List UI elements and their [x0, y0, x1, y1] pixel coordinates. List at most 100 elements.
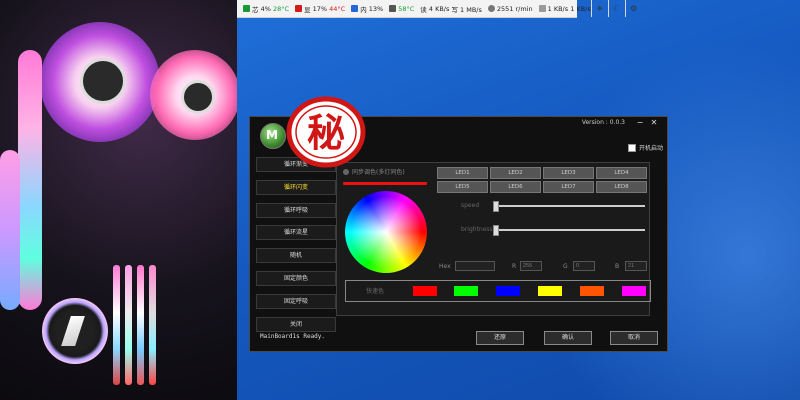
- seal-stamp: 秘: [286, 96, 366, 168]
- mode-random-button[interactable]: 随机: [256, 248, 336, 264]
- b-input[interactable]: [625, 261, 647, 271]
- color-wheel[interactable]: [345, 191, 427, 273]
- led-selector: LED1 LED2 LED3 LED4 LED5 LED6 LED7 LED8: [437, 167, 647, 193]
- memory-icon: [351, 5, 359, 12]
- app-logo: M: [260, 123, 286, 149]
- radio-icon[interactable]: [343, 168, 349, 175]
- led4-button[interactable]: LED4: [596, 167, 647, 179]
- led2-button[interactable]: LED2: [490, 167, 541, 179]
- cancel-button[interactable]: 取消: [610, 331, 658, 345]
- mode-cycle-breath-button[interactable]: 循环呼吸: [256, 202, 336, 218]
- led6-button[interactable]: LED6: [490, 181, 541, 193]
- restore-button[interactable]: 还原: [476, 331, 524, 345]
- quick-color-label: 快速色: [366, 288, 385, 295]
- confirm-button[interactable]: 确认: [544, 331, 592, 345]
- ram-stick: [125, 265, 132, 385]
- color-value-fields: Hex R G B: [437, 261, 649, 273]
- rgb-tube-bottom: [0, 150, 20, 310]
- stat-sub: r/min: [515, 4, 533, 13]
- led5-button[interactable]: LED5: [437, 181, 488, 193]
- autostart-checkbox[interactable]: 开机启动: [627, 143, 663, 152]
- mode-list: 循环渐变 循环闪变 循环呼吸 循环流星 随机 固定颜色 固定呼吸 关闭: [256, 157, 336, 339]
- hex-input[interactable]: [455, 261, 495, 271]
- r-label: R: [512, 263, 517, 270]
- stat-sub: 写 1 MB/s: [451, 5, 482, 14]
- mode-off-button[interactable]: 关闭: [256, 316, 336, 332]
- memory-stat: 内 13%: [351, 4, 383, 14]
- stat-value: 1 KB/s: [547, 4, 569, 13]
- color-panel: 同步调色(多灯同色) LED1 LED2 LED3 LED4 LED5 LED6…: [336, 162, 651, 316]
- cpu-stat: 芯 4% 28°C: [243, 4, 289, 14]
- gpu-stat: 显 17% 44°C: [295, 4, 345, 14]
- g-label: G: [563, 263, 568, 270]
- led1-button[interactable]: LED1: [437, 167, 488, 179]
- brightness-label: brightness: [461, 226, 493, 233]
- swatch-orange[interactable]: [580, 286, 604, 296]
- sync-color-option[interactable]: 同步调色(多灯同色): [343, 167, 405, 176]
- stat-value: 13%: [368, 4, 384, 13]
- fan-right-hub: [181, 80, 215, 114]
- ram-stick: [137, 265, 144, 385]
- stat-label: 内: [360, 5, 367, 14]
- stat-sub: 44°C: [329, 4, 346, 13]
- disk-icon: [389, 5, 397, 12]
- disk-temp-stat: 58°C: [389, 5, 414, 13]
- autostart-label: 开机启动: [638, 145, 663, 152]
- mode-fixed-color-button[interactable]: 固定颜色: [256, 270, 336, 286]
- hex-label: Hex: [439, 263, 451, 270]
- cpu-icon: [243, 5, 250, 12]
- b-label: B: [615, 263, 620, 270]
- fan-icon: [487, 5, 495, 12]
- stat-value: 58°C: [398, 4, 415, 13]
- brightness-slider-row: brightness: [437, 225, 647, 236]
- g-input[interactable]: [573, 261, 595, 271]
- led3-button[interactable]: LED3: [543, 167, 594, 179]
- version-label: Version : 0.0.3: [581, 119, 625, 126]
- minimize-icon[interactable]: −: [635, 118, 645, 128]
- gear-icon[interactable]: ⚙: [624, 0, 642, 17]
- statusbar-tools: ☀ ☾ ⚙: [590, 0, 642, 17]
- checkbox-icon[interactable]: [627, 143, 636, 152]
- stat-sub: 28°C: [272, 4, 290, 13]
- swatch-yellow[interactable]: [538, 286, 562, 296]
- speed-slider[interactable]: [493, 205, 645, 207]
- moon-icon[interactable]: ☾: [607, 0, 625, 17]
- gpu-icon: [295, 5, 303, 12]
- swatch-magenta[interactable]: [622, 286, 646, 296]
- swatch-red[interactable]: [413, 286, 437, 296]
- stat-value: 17%: [312, 4, 328, 13]
- rgb-pc-photo: [0, 0, 237, 400]
- monitor-statusbar: 芯 4% 28°C 显 17% 44°C 内 13% 58°C 读 4 KB/s…: [237, 0, 637, 18]
- disk-io-stat: 读 4 KB/s 写 1 MB/s: [420, 4, 482, 14]
- ram-stick: [113, 265, 120, 385]
- sun-icon[interactable]: ☀: [590, 0, 608, 17]
- seal-text: 秘: [307, 111, 345, 155]
- stat-label: 芯: [252, 5, 259, 14]
- speed-slider-row: speed: [437, 201, 647, 212]
- led7-button[interactable]: LED7: [543, 181, 594, 193]
- stat-sub: 1 KB/s: [570, 4, 591, 13]
- speed-slider-handle[interactable]: [493, 201, 499, 212]
- r-input[interactable]: [520, 261, 542, 271]
- stat-label: 显: [304, 5, 311, 14]
- speed-label: speed: [461, 202, 480, 209]
- stat-value: 4 KB/s: [428, 4, 450, 13]
- fan-left-hub: [80, 58, 126, 104]
- swatch-green[interactable]: [454, 286, 478, 296]
- swatch-blue[interactable]: [496, 286, 520, 296]
- mode-cycle-flash-button[interactable]: 循环闪变: [256, 179, 336, 195]
- logo-mark: M: [266, 128, 278, 142]
- sync-label: 同步调色(多灯同色): [352, 169, 405, 176]
- led8-button[interactable]: LED8: [596, 181, 647, 193]
- mode-cycle-meteor-button[interactable]: 循环流星: [256, 225, 336, 241]
- stat-label: 读: [420, 5, 427, 14]
- rgb-tube-left: [18, 50, 42, 310]
- brightness-slider-handle[interactable]: [493, 225, 499, 236]
- mode-fixed-breath-button[interactable]: 固定呼吸: [256, 293, 336, 309]
- brightness-slider[interactable]: [493, 229, 645, 231]
- close-icon[interactable]: ✕: [649, 118, 659, 128]
- quick-color-row: 快速色: [345, 280, 651, 302]
- fan-speed-stat: 2551 r/min: [487, 4, 533, 13]
- status-message: MainBoard1s Ready.: [260, 333, 326, 340]
- stat-value: 4%: [260, 4, 271, 13]
